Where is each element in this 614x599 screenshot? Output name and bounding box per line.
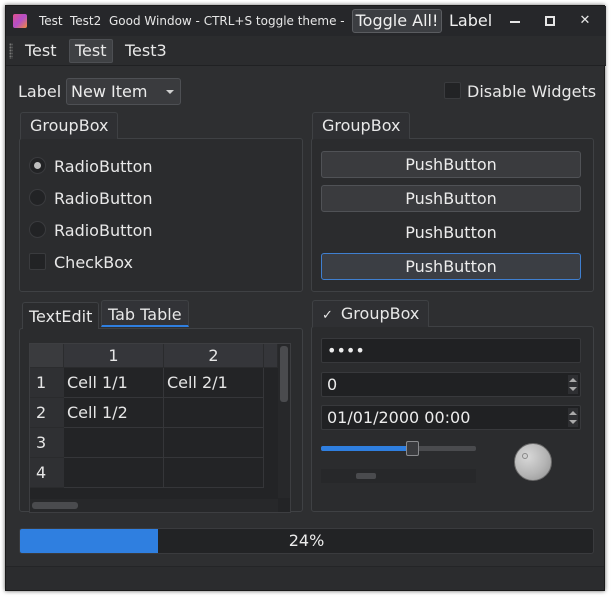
combo-label: Label	[18, 82, 62, 101]
dial-knob[interactable]	[514, 443, 552, 481]
table-corner-button[interactable]	[30, 344, 64, 368]
row-header-2[interactable]: 2	[30, 398, 64, 428]
slider-fill	[321, 446, 411, 451]
progress-text: 24%	[288, 531, 325, 550]
disable-widgets-label: Disable Widgets	[467, 82, 597, 101]
right-groupbox-title: GroupBox	[312, 112, 411, 139]
table-cell[interactable]	[164, 398, 264, 428]
tab-table[interactable]: Tab Table	[101, 300, 189, 327]
left-groupbox-title: GroupBox	[20, 112, 119, 139]
radio-button-1[interactable]	[29, 157, 46, 174]
close-button[interactable]: ✕	[577, 13, 593, 29]
close-icon: ✕	[579, 13, 591, 28]
spinbox[interactable]: 0	[321, 372, 581, 397]
maximize-icon	[545, 16, 555, 26]
title-menu-test2[interactable]: Test2	[70, 14, 101, 28]
push-button-1[interactable]: PushButton	[321, 151, 581, 178]
window-title: Good Window - CTRL+S toggle theme - C...	[109, 14, 349, 28]
app-icon	[13, 14, 27, 28]
maximize-button[interactable]	[542, 13, 558, 29]
push-button-2[interactable]: PushButton	[321, 185, 581, 212]
row-header-4[interactable]: 4	[30, 458, 64, 488]
radio-label-3: RadioButton	[54, 221, 153, 240]
push-button-focused[interactable]: PushButton	[321, 253, 581, 280]
horizontal-scroll-thumb[interactable]	[356, 473, 376, 479]
arrow-down-icon[interactable]	[569, 420, 577, 424]
radio-label-2: RadioButton	[54, 189, 153, 208]
tab-textedit[interactable]: TextEdit	[22, 302, 100, 329]
slider-handle[interactable]	[406, 441, 419, 456]
spinbox-value: 0	[327, 375, 338, 394]
table-cell[interactable]	[64, 428, 164, 458]
table-horizontal-scroll-thumb[interactable]	[32, 502, 78, 509]
arrow-up-icon[interactable]	[569, 378, 577, 382]
title-menu-test[interactable]: Test	[39, 14, 63, 28]
checkbox[interactable]	[29, 253, 46, 270]
combo-value: New Item	[71, 82, 148, 101]
checkable-groupbox-title: GroupBox	[340, 304, 420, 323]
minimize-button[interactable]	[507, 13, 523, 29]
toolbar-button-test-active[interactable]: Test	[69, 39, 113, 63]
radio-label-1: RadioButton	[54, 157, 153, 176]
radio-button-3[interactable]	[29, 221, 46, 238]
radio-button-2[interactable]	[29, 189, 46, 206]
datetime-edit[interactable]: 01/01/2000 00:00	[321, 405, 581, 430]
minimize-icon	[510, 21, 520, 23]
toolbar-button-test3[interactable]: Test3	[120, 39, 172, 63]
toolbar: Test Test Test3	[6, 36, 606, 66]
table-cell[interactable]: Cell 1/2	[64, 398, 164, 428]
status-bar	[6, 566, 604, 590]
title-label: Label	[449, 11, 493, 30]
column-header-filler	[264, 344, 278, 368]
table-vertical-scroll-thumb[interactable]	[280, 346, 288, 402]
table-cell[interactable]	[164, 428, 264, 458]
table-cell[interactable]	[64, 458, 164, 488]
row-header-3[interactable]: 3	[30, 428, 64, 458]
disable-widgets-checkbox[interactable]	[444, 82, 461, 99]
title-bar: Test Test2 Good Window - CTRL+S toggle t…	[6, 6, 606, 36]
spinbox-arrows[interactable]	[568, 375, 578, 394]
progress-bar: 24%	[19, 528, 594, 554]
data-table[interactable]: 1 2 1 2 3 4 Cell 1/1 Cell 2/1 Cell 1/2	[29, 343, 291, 513]
item-combobox[interactable]: New Item	[66, 78, 181, 105]
row-header-1[interactable]: 1	[30, 368, 64, 398]
table-cell[interactable]: Cell 2/1	[164, 368, 264, 398]
datetime-value: 01/01/2000 00:00	[327, 408, 471, 427]
column-header-2[interactable]: 2	[164, 344, 264, 368]
horizontal-scrollbar[interactable]	[321, 469, 476, 483]
dial-indicator-icon	[522, 453, 528, 459]
checkable-groupbox-header[interactable]: ✓ GroupBox	[312, 300, 430, 327]
table-cell[interactable]: Cell 1/1	[64, 368, 164, 398]
datetime-arrows[interactable]	[568, 408, 578, 427]
push-button-flat[interactable]: PushButton	[321, 219, 581, 246]
column-header-1[interactable]: 1	[64, 344, 164, 368]
toggle-all-button[interactable]: Toggle All!	[352, 9, 442, 33]
toolbar-grip-icon[interactable]	[9, 43, 13, 59]
checkbox-label: CheckBox	[54, 253, 133, 272]
arrow-down-icon[interactable]	[569, 387, 577, 391]
arrow-up-icon[interactable]	[569, 411, 577, 415]
chevron-down-icon	[166, 90, 174, 94]
password-field[interactable]: ••••	[321, 338, 581, 363]
main-window: Test Test2 Good Window - CTRL+S toggle t…	[5, 5, 606, 591]
table-cell[interactable]	[164, 458, 264, 488]
toolbar-button-test[interactable]: Test	[20, 39, 62, 63]
check-icon: ✓	[322, 308, 333, 323]
